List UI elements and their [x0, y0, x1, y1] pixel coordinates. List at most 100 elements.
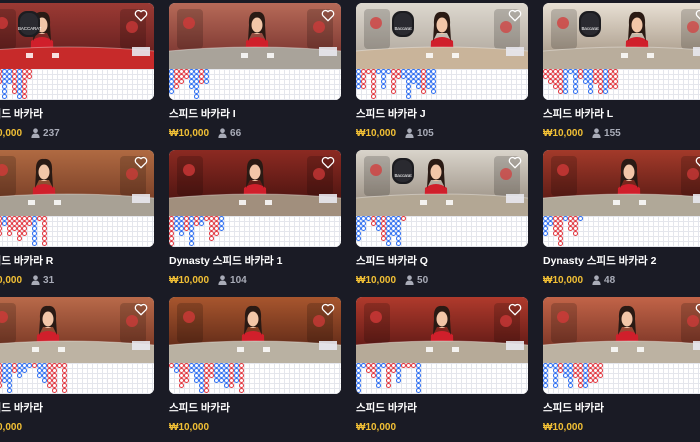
heart-outline-icon[interactable]: [321, 303, 335, 316]
player-count: 48: [592, 275, 615, 286]
player-win-dot: [396, 378, 401, 383]
banker-win-dot: [22, 94, 27, 99]
dealer-video-preview: [169, 297, 341, 363]
banker-win-dot: [169, 241, 174, 246]
bead-road-scoreboard: [0, 363, 154, 394]
game-title[interactable]: 스피드 바카라: [0, 106, 154, 122]
banker-win-dot: [0, 383, 2, 388]
banker-win-dot: [52, 388, 57, 393]
banker-win-dot: [204, 388, 209, 393]
player-count-value: 104: [230, 274, 247, 286]
player-count: 237: [31, 128, 60, 139]
heart-outline-icon[interactable]: [508, 156, 522, 169]
game-thumbnail[interactable]: Baccarat: [356, 150, 528, 247]
bead-road-scoreboard: [0, 69, 154, 100]
player-count: 66: [218, 128, 241, 139]
heart-outline-icon[interactable]: [321, 156, 335, 169]
dealer-video-preview: [169, 3, 341, 69]
game-thumbnail[interactable]: [356, 297, 528, 394]
game-card[interactable]: Baccarat 스피드 바카라 J ₩10,000 105: [356, 3, 528, 148]
banker-win-dot: [593, 378, 598, 383]
dealer-video-preview: [169, 150, 341, 216]
player-win-dot: [2, 94, 7, 99]
min-bet: ₩10,000: [169, 127, 210, 139]
dealer-video-preview: [543, 150, 700, 216]
heart-outline-icon[interactable]: [321, 9, 335, 22]
heart-outline-icon[interactable]: [134, 156, 148, 169]
heart-outline-icon[interactable]: [695, 303, 700, 316]
banker-win-dot: [361, 84, 366, 89]
banker-win-dot: [573, 231, 578, 236]
min-bet: ₩10,000: [356, 421, 397, 433]
game-card[interactable]: 스피드 바카라 ₩10,000: [356, 297, 528, 442]
player-win-dot: [204, 79, 209, 84]
bead-road-scoreboard: [356, 216, 528, 247]
game-card[interactable]: Dynasty 스피드 바카라 1 ₩10,000 104: [169, 150, 341, 295]
player-win-dot: [361, 226, 366, 231]
game-thumbnail[interactable]: Baccarat: [543, 3, 700, 100]
game-thumbnail[interactable]: Baccarat: [356, 3, 528, 100]
game-card[interactable]: 스피드 바카라 I ₩10,000 66: [169, 3, 341, 148]
banker-win-dot: [386, 383, 391, 388]
heart-outline-icon[interactable]: [695, 9, 700, 22]
game-thumbnail[interactable]: [0, 150, 154, 247]
dealer-video-preview: BACCARAT: [0, 3, 154, 69]
game-card[interactable]: 스피드 바카라 ₩10,000: [0, 297, 154, 442]
game-title[interactable]: 스피드 바카라: [356, 400, 528, 416]
player-count-value: 48: [604, 274, 616, 286]
player-win-dot: [406, 94, 411, 99]
bead-road-scoreboard: [356, 69, 528, 100]
banker-win-dot: [174, 84, 179, 89]
player-win-dot: [356, 388, 361, 393]
game-thumbnail[interactable]: [169, 297, 341, 394]
game-title[interactable]: 스피드 바카라 Q: [356, 253, 528, 269]
game-card[interactable]: Dynasty 스피드 바카라 2 ₩10,000 48: [543, 150, 700, 295]
banker-win-dot: [17, 236, 22, 241]
bead-road-scoreboard: [169, 363, 341, 394]
game-card[interactable]: 스피드 바카라 ₩10,000: [543, 297, 700, 442]
player-count: 50: [405, 275, 428, 286]
heart-outline-icon[interactable]: [134, 303, 148, 316]
dealer-video-preview: Baccarat: [543, 3, 700, 69]
game-title[interactable]: 스피드 바카라 R: [0, 253, 154, 269]
player-win-dot: [578, 216, 583, 221]
banker-win-dot: [598, 373, 603, 378]
player-win-dot: [22, 368, 27, 373]
game-title[interactable]: Dynasty 스피드 바카라 2: [543, 253, 700, 269]
heart-outline-icon[interactable]: [508, 9, 522, 22]
game-card[interactable]: Baccarat 스피드 바카라 L ₩10,000 155: [543, 3, 700, 148]
game-thumbnail[interactable]: [543, 150, 700, 247]
game-title[interactable]: 스피드 바카라: [0, 400, 154, 416]
user-icon: [31, 275, 40, 285]
game-title[interactable]: 스피드 바카라: [543, 400, 700, 416]
game-card[interactable]: 스피드 바카라 R ₩10,000 31: [0, 150, 154, 295]
heart-outline-icon[interactable]: [134, 9, 148, 22]
game-title[interactable]: 스피드 바카라 I: [169, 106, 341, 122]
player-win-dot: [381, 84, 386, 89]
player-win-dot: [563, 89, 568, 94]
player-count: 31: [31, 275, 54, 286]
game-meta: ₩10,000 48: [543, 273, 700, 287]
game-title[interactable]: Dynasty 스피드 바카라 1: [169, 253, 341, 269]
dealer-video-preview: [0, 150, 154, 216]
game-meta: ₩10,000 50: [356, 273, 528, 287]
game-title[interactable]: 스피드 바카라 L: [543, 106, 700, 122]
user-icon: [218, 275, 227, 285]
game-thumbnail[interactable]: [169, 3, 341, 100]
game-thumbnail[interactable]: [169, 150, 341, 247]
player-win-dot: [199, 221, 204, 226]
min-bet: ₩10,000: [169, 274, 210, 286]
game-card[interactable]: Baccarat 스피드 바카라 Q ₩10,000 50: [356, 150, 528, 295]
dealer-video-preview: [356, 297, 528, 363]
game-thumbnail[interactable]: [543, 297, 700, 394]
game-thumbnail[interactable]: BACCARAT: [0, 3, 154, 100]
player-count: 104: [218, 275, 247, 286]
game-title[interactable]: 스피드 바카라: [169, 400, 341, 416]
game-card[interactable]: 스피드 바카라 ₩10,000: [169, 297, 341, 442]
heart-outline-icon[interactable]: [695, 156, 700, 169]
game-card[interactable]: BACCARAT 스피드 바카라 ₩10,000 237: [0, 3, 154, 148]
player-win-dot: [219, 226, 224, 231]
game-title[interactable]: 스피드 바카라 J: [356, 106, 528, 122]
game-thumbnail[interactable]: [0, 297, 154, 394]
heart-outline-icon[interactable]: [508, 303, 522, 316]
